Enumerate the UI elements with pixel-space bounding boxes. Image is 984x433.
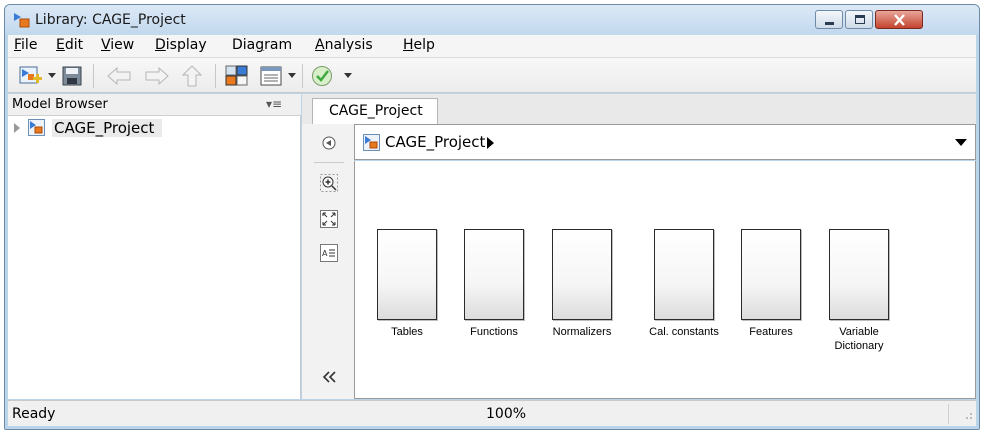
- toolbar-separator: [302, 64, 303, 88]
- title-bar[interactable]: Library: CAGE_Project: [5, 5, 979, 35]
- resize-grip-icon[interactable]: [960, 407, 974, 421]
- forward-arrow-icon[interactable]: [143, 65, 171, 87]
- library-window: Library: CAGE_Project File Edit View Dis…: [4, 4, 980, 430]
- model-canvas[interactable]: Tables Functions Normalizers Cal. consta…: [354, 161, 976, 399]
- tree-item-label: CAGE_Project: [52, 119, 163, 137]
- breadcrumb-arrow-icon[interactable]: [487, 137, 494, 149]
- library-browser-icon[interactable]: [225, 65, 249, 87]
- model-icon: [363, 134, 380, 151]
- fit-to-view-icon[interactable]: [320, 210, 338, 228]
- up-arrow-icon[interactable]: [181, 65, 203, 87]
- annotation-icon[interactable]: A: [320, 244, 338, 262]
- back-arrow-icon[interactable]: [105, 65, 133, 87]
- maximize-button[interactable]: [845, 10, 873, 29]
- close-button[interactable]: [875, 10, 923, 29]
- toolbar: [8, 57, 976, 93]
- block-cal-constants[interactable]: [654, 229, 714, 320]
- new-model-dropdown-icon[interactable]: [48, 73, 56, 78]
- menu-bar: File Edit View Display Diagram Analysis …: [8, 35, 976, 57]
- toolbar-separator: [93, 64, 94, 88]
- minimize-icon: [825, 22, 834, 25]
- window-title: Library: CAGE_Project: [35, 12, 186, 28]
- model-explorer-icon[interactable]: [260, 65, 282, 87]
- expand-arrow-icon[interactable]: [14, 123, 20, 133]
- tree-item-cage-project[interactable]: CAGE_Project: [8, 117, 301, 139]
- zoom-in-icon[interactable]: [320, 174, 338, 192]
- check-icon[interactable]: [311, 65, 335, 87]
- menu-help[interactable]: Help: [403, 37, 435, 53]
- tab-cage-project[interactable]: CAGE_Project: [312, 98, 438, 125]
- svg-text:A: A: [322, 249, 328, 258]
- block-variable-dictionary[interactable]: [829, 229, 889, 320]
- minimize-button[interactable]: [815, 10, 843, 29]
- block-label: Normalizers: [552, 326, 612, 338]
- canvas-tool-strip: A: [302, 124, 354, 399]
- model-browser-title: Model Browser: [12, 97, 108, 112]
- model-icon: [28, 119, 45, 136]
- strip-separator: [314, 162, 344, 163]
- menu-file[interactable]: File: [14, 37, 37, 53]
- close-icon: [894, 14, 905, 26]
- block-normalizers[interactable]: [552, 229, 612, 320]
- panel-menu-icon[interactable]: ▾≡: [266, 97, 282, 111]
- tab-strip: CAGE_Project: [302, 94, 976, 125]
- zoom-level: 100%: [486, 406, 527, 422]
- block-label: Variable Dictionary: [834, 326, 884, 352]
- maximize-icon: [855, 15, 865, 24]
- address-dropdown-icon[interactable]: [955, 139, 967, 146]
- status-bar: Ready 100%: [8, 400, 976, 426]
- block-label: Tables: [391, 326, 423, 338]
- menu-display[interactable]: Display: [155, 37, 207, 53]
- collapse-strip-icon[interactable]: [320, 368, 338, 386]
- save-icon[interactable]: [62, 65, 82, 87]
- simulink-library-icon: [14, 13, 30, 28]
- address-path[interactable]: CAGE_Project: [385, 133, 485, 151]
- model-browser-panel: Model Browser ▾≡ CAGE_Project: [8, 94, 301, 399]
- menu-view[interactable]: View: [101, 37, 134, 53]
- block-label: Features: [749, 326, 793, 338]
- block-label: Cal. constants: [649, 326, 719, 338]
- new-model-icon[interactable]: [19, 65, 43, 87]
- toolbar-separator: [215, 64, 216, 88]
- menu-diagram[interactable]: Diagram: [232, 37, 292, 53]
- status-separator: [948, 404, 949, 424]
- status-text: Ready: [12, 406, 56, 422]
- menu-analysis[interactable]: Analysis: [315, 37, 373, 53]
- block-features[interactable]: [741, 229, 801, 320]
- menu-edit[interactable]: Edit: [56, 37, 83, 53]
- block-functions[interactable]: [464, 229, 524, 320]
- address-bar[interactable]: CAGE_Project: [354, 124, 976, 160]
- model-browser-header: Model Browser ▾≡: [8, 94, 301, 116]
- hide-explorer-icon[interactable]: [320, 134, 338, 152]
- model-explorer-dropdown-icon[interactable]: [288, 73, 296, 78]
- block-label: Functions: [470, 326, 518, 338]
- block-tables[interactable]: [377, 229, 437, 320]
- check-dropdown-icon[interactable]: [344, 73, 352, 78]
